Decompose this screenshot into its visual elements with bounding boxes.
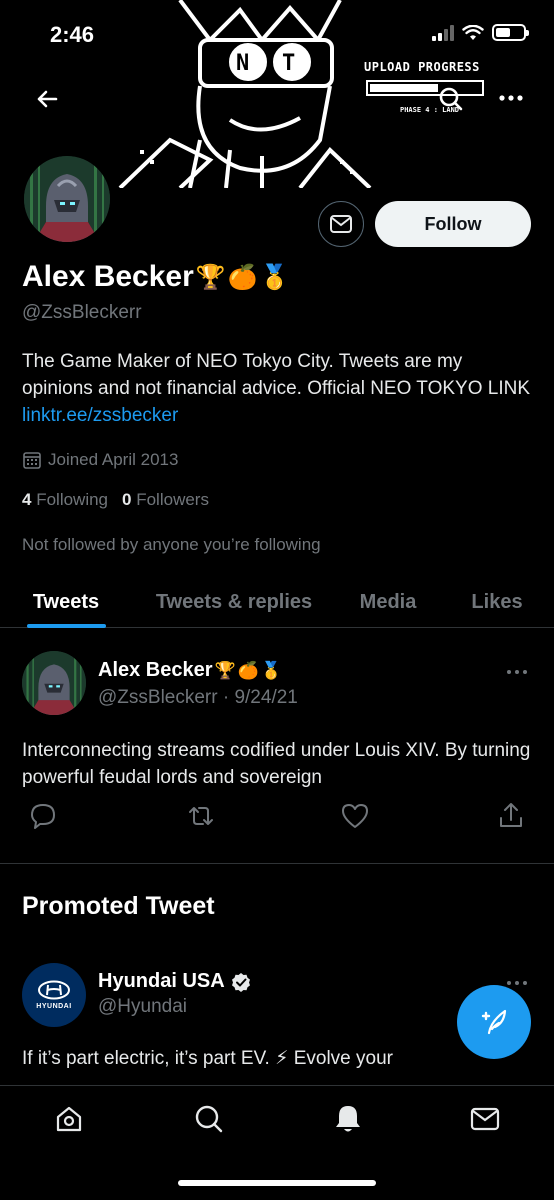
status-icons	[432, 24, 529, 41]
profile-search-button[interactable]	[436, 84, 466, 114]
tab-likes[interactable]: Likes	[440, 576, 554, 628]
trophy-emoji: 🏆	[195, 263, 226, 291]
promoted-tweet-heading: Promoted Tweet	[22, 892, 215, 920]
status-time: 2:46	[50, 22, 95, 47]
bio-link[interactable]: linktr.ee/zssbecker	[22, 405, 178, 426]
mail-icon	[470, 1107, 500, 1131]
advertiser-name-text: Hyundai USA	[98, 970, 225, 992]
active-tab-indicator	[27, 624, 106, 628]
envelope-icon	[330, 215, 352, 233]
followers-label: Followers	[136, 490, 209, 509]
joined-date: Joined April 2013	[22, 450, 178, 470]
following-count-link[interactable]: 4 Following	[22, 490, 108, 510]
advertiser-handle: @Hyundai	[98, 996, 187, 1017]
tab-tweets-replies[interactable]: Tweets & replies	[132, 576, 336, 628]
tab-label: Likes	[471, 590, 523, 613]
cellular-signal-icon	[432, 24, 454, 41]
followers-count: 0	[122, 490, 132, 509]
retweet-icon	[189, 807, 213, 825]
followers-count-link[interactable]: 0 Followers	[122, 490, 209, 510]
tab-media[interactable]: Media	[336, 576, 440, 628]
more-horizontal-icon	[507, 670, 527, 674]
more-horizontal-icon	[499, 95, 523, 101]
tweet-actions	[0, 801, 554, 835]
profile-bio: The Game Maker of NEO Tokyo City. Tweets…	[22, 348, 532, 429]
battery-icon	[492, 24, 529, 41]
avatar-image	[22, 651, 86, 715]
arrow-left-icon	[37, 90, 58, 108]
hyundai-logo-icon	[38, 980, 70, 1000]
tab-label: Tweets	[32, 590, 100, 613]
nav-search[interactable]	[192, 1102, 226, 1136]
like-button[interactable]	[340, 801, 370, 831]
share-icon	[500, 803, 522, 827]
following-label: Following	[36, 490, 109, 509]
follow-counts: 4 Following 0 Followers	[22, 490, 209, 510]
profile-tabs: Tweets Tweets & replies Media Likes	[0, 576, 554, 628]
reply-icon	[31, 804, 55, 829]
promoted-tweet-text: If it’s part electric, it’s part EV. ⚡ E…	[22, 1048, 393, 1069]
orange-emoji: 🍊	[237, 660, 259, 680]
profile-name-text: Alex Becker	[22, 260, 194, 293]
joined-text: Joined April 2013	[48, 450, 179, 469]
medal-emoji: 🥇	[260, 660, 283, 680]
medal-emoji: 🥇	[259, 263, 290, 291]
bio-text: The Game Maker of NEO Tokyo City. Tweets…	[22, 351, 530, 399]
compose-tweet-button[interactable]	[457, 985, 531, 1059]
compose-feather-icon	[481, 1009, 507, 1035]
profile-name: Alex Becker 🏆 🍊 🥇	[22, 260, 289, 294]
tab-tweets[interactable]: Tweets	[0, 576, 132, 628]
advertiser-logo-text: HYUNDAI	[36, 1003, 72, 1010]
tab-label: Tweets & replies	[155, 590, 313, 613]
nav-notifications[interactable]	[331, 1102, 365, 1136]
tweet-handle-date: @ZssBleckerr · 9/24/21	[98, 687, 298, 708]
profile-more-button[interactable]	[496, 86, 526, 110]
not-followed-notice: Not followed by anyone you’re following	[22, 535, 321, 554]
wifi-icon	[462, 24, 484, 40]
more-horizontal-icon	[507, 981, 527, 985]
calendar-icon	[23, 452, 41, 469]
search-icon	[195, 1105, 223, 1133]
upload-progress-fill	[370, 84, 439, 92]
tweet-text: Interconnecting streams codified under L…	[22, 740, 531, 788]
upload-progress-bar	[366, 80, 484, 96]
avatar-image	[24, 156, 110, 242]
tweet-more-button[interactable]	[506, 659, 528, 682]
tweet[interactable]: Alex Becker 🏆 🍊 🥇 @ZssBleckerr · 9/24/21…	[0, 629, 554, 864]
trophy-emoji: 🏆	[214, 660, 236, 680]
message-button[interactable]	[318, 201, 364, 247]
status-bar: 2:46	[0, 0, 554, 70]
tweet-author[interactable]: Alex Becker 🏆 🍊 🥇	[98, 659, 282, 682]
heart-icon	[342, 804, 368, 828]
retweet-button[interactable]	[186, 801, 216, 831]
bell-icon	[336, 1106, 360, 1132]
home-indicator	[178, 1180, 376, 1186]
nav-home[interactable]	[52, 1102, 86, 1136]
nav-messages[interactable]	[468, 1102, 502, 1136]
verified-badge-icon	[231, 972, 250, 992]
follow-button[interactable]: Follow	[375, 201, 531, 247]
profile-avatar[interactable]	[20, 152, 114, 246]
share-button[interactable]	[496, 801, 526, 831]
reply-button[interactable]	[28, 801, 58, 831]
back-button[interactable]	[30, 82, 64, 116]
home-icon	[56, 1106, 82, 1132]
orange-emoji: 🍊	[227, 263, 258, 291]
following-count: 4	[22, 490, 32, 509]
advertiser-name[interactable]: Hyundai USA	[98, 970, 251, 993]
profile-handle: @ZssBleckerr	[22, 302, 142, 323]
search-icon	[439, 87, 463, 111]
advertiser-avatar[interactable]: HYUNDAI	[22, 963, 86, 1027]
tweet-author-name: Alex Becker	[98, 659, 213, 681]
tab-label: Media	[359, 590, 417, 613]
tweet-avatar[interactable]	[22, 651, 86, 715]
